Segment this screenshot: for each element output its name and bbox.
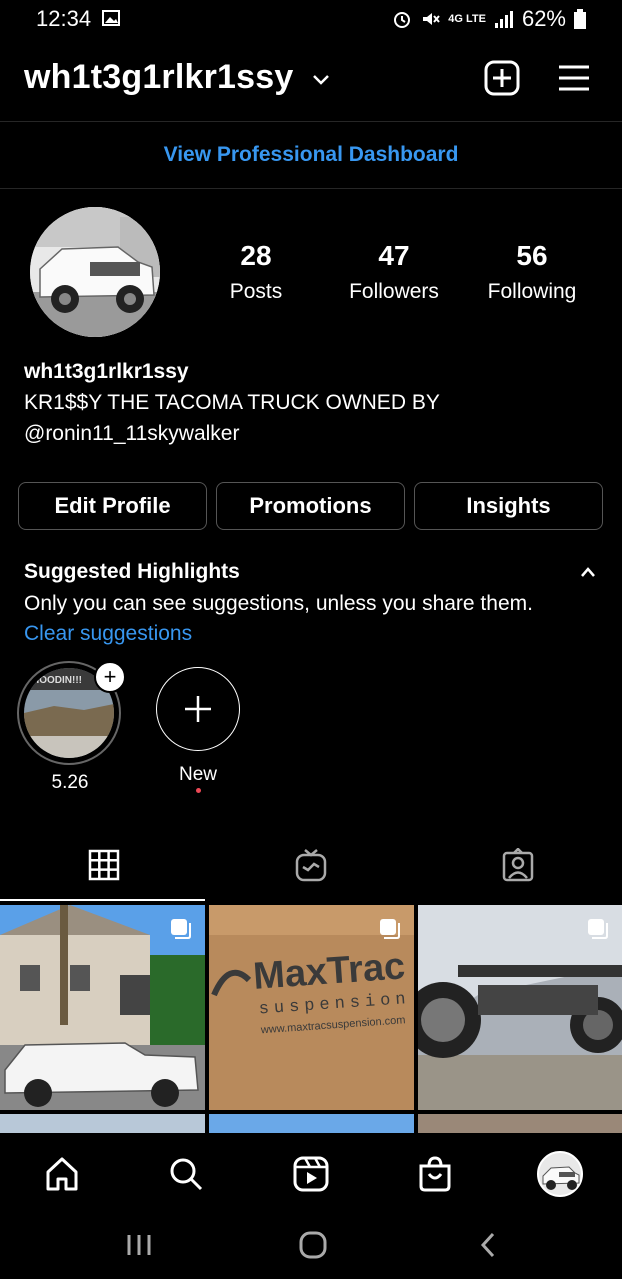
home-icon[interactable]: [37, 1149, 87, 1199]
shop-icon[interactable]: [410, 1149, 460, 1199]
stat-following[interactable]: 56 Following: [462, 240, 602, 304]
highlight-cover-text: HOODIN!!!: [32, 675, 82, 686]
alarm-icon: [394, 12, 411, 28]
grid-post[interactable]: [0, 1114, 205, 1133]
plus-icon: [185, 696, 211, 722]
profile-header: wh1t3g1rlkr1ssy: [0, 40, 622, 120]
status-right: 4G LTE 62%: [392, 6, 586, 32]
chevron-down-icon[interactable]: [312, 74, 330, 86]
header-username[interactable]: wh1t3g1rlkr1ssy: [24, 58, 294, 97]
multiple-posts-icon: [588, 919, 608, 939]
profile-tabs: [0, 830, 622, 902]
igtv-icon: [295, 849, 326, 882]
grid-post[interactable]: [418, 1114, 622, 1133]
stat-value: 47: [378, 240, 410, 271]
edit-profile-button[interactable]: Edit Profile: [18, 482, 207, 530]
stat-label: Following: [487, 280, 577, 303]
grid-post[interactable]: MaxTrac suspension www.maxtracsuspension…: [209, 905, 414, 1110]
profile-bio: wh1t3g1rlkr1ssy KR1$$Y THE TACOMA TRUCK …: [24, 356, 440, 449]
stat-value: 28: [240, 240, 272, 271]
tab-igtv[interactable]: [207, 830, 414, 900]
stat-label: Posts: [229, 280, 283, 303]
search-icon[interactable]: [161, 1149, 211, 1199]
back-icon[interactable]: [478, 1231, 498, 1259]
bio-mention-link[interactable]: @ronin11_11skywalker: [24, 418, 440, 449]
multiple-posts-icon: [171, 919, 191, 939]
reels-icon[interactable]: [286, 1149, 336, 1199]
tagged-icon: [502, 848, 533, 882]
profile-name: wh1t3g1rlkr1ssy: [24, 360, 189, 383]
battery-percent: 62%: [521, 6, 566, 31]
clear-suggestions-link[interactable]: Clear suggestions: [24, 622, 192, 646]
stat-followers[interactable]: 47 Followers: [324, 240, 464, 304]
bottom-nav: [0, 1133, 622, 1211]
tab-tagged[interactable]: [414, 830, 621, 900]
stat-posts[interactable]: 28 Posts: [186, 240, 326, 304]
menu-icon[interactable]: [554, 58, 594, 98]
signal-icon: [494, 11, 513, 28]
new-highlight-label: New: [178, 764, 217, 785]
suggested-highlights-title: Suggested Highlights: [24, 560, 240, 583]
system-nav-bar: [0, 1211, 622, 1279]
tab-grid[interactable]: [0, 830, 207, 900]
gallery-icon: [102, 10, 120, 26]
status-time: 12:34: [36, 6, 92, 31]
battery-icon: [574, 9, 586, 29]
promotions-button[interactable]: Promotions: [216, 482, 405, 530]
recent-apps-icon[interactable]: [126, 1233, 152, 1257]
suggested-highlights-description: Only you can see suggestions, unless you…: [24, 592, 533, 615]
multiple-posts-icon: [380, 919, 400, 939]
new-highlight-button[interactable]: [156, 667, 240, 751]
network-label: 4G LTE: [448, 13, 486, 25]
stat-label: Followers: [349, 280, 439, 303]
active-tab-indicator: [0, 899, 205, 901]
grid-post[interactable]: [209, 1114, 414, 1133]
insights-button[interactable]: Insights: [414, 482, 603, 530]
bio-text: KR1$$Y THE TACOMA TRUCK OWNED BY: [24, 391, 440, 414]
stat-value: 56: [516, 240, 548, 271]
new-post-icon[interactable]: [482, 58, 522, 98]
notification-dot: [196, 788, 201, 793]
mute-icon: [423, 13, 441, 25]
divider: [0, 188, 622, 189]
view-professional-dashboard-link[interactable]: View Professional Dashboard: [0, 122, 622, 188]
chevron-up-icon[interactable]: [580, 566, 596, 578]
profile-avatar[interactable]: [535, 1149, 585, 1199]
grid-icon: [88, 849, 119, 881]
highlight-label: 5.26: [51, 772, 89, 793]
grid-post[interactable]: [0, 905, 205, 1110]
status-bar: 12:34 4G LTE 62%: [0, 0, 622, 40]
add-highlight-icon[interactable]: +: [94, 661, 126, 693]
home-button-icon[interactable]: [298, 1231, 328, 1259]
profile-avatar[interactable]: [30, 207, 160, 337]
grid-post[interactable]: [418, 905, 622, 1110]
